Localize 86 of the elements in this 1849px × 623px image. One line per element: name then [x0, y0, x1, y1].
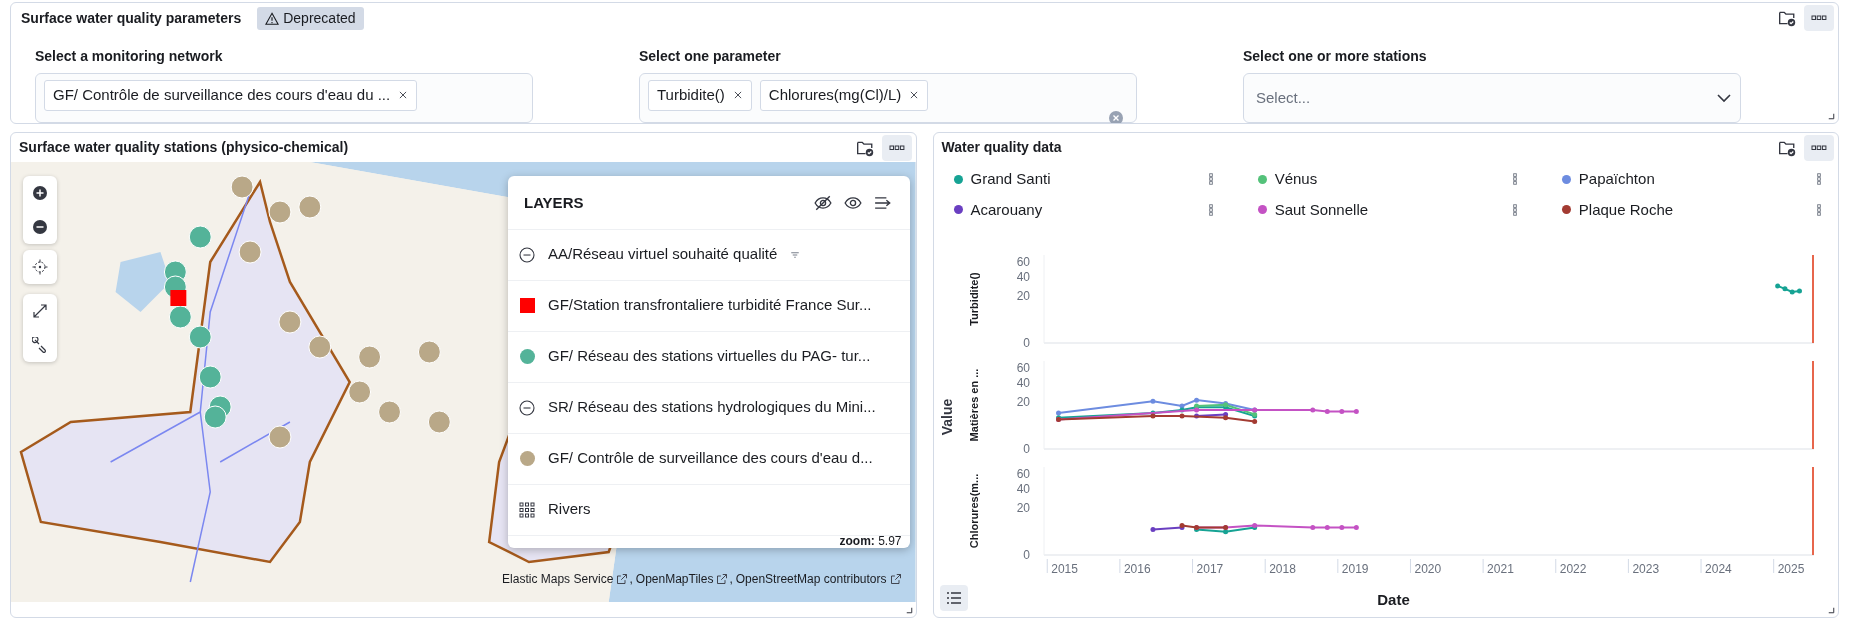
external-link-icon — [716, 573, 729, 585]
minus-circle-icon — [519, 246, 535, 263]
crosshair-icon — [32, 259, 48, 275]
y-tick-label: 20 — [1016, 289, 1030, 304]
select-field[interactable]: Select... — [1243, 73, 1741, 123]
remove-icon[interactable] — [732, 90, 743, 101]
y-tick-label: 20 — [1016, 395, 1030, 410]
panel-options-button[interactable] — [1804, 135, 1834, 161]
field-label: Select a monitoring network — [35, 47, 224, 66]
layer-item[interactable]: AA/Réseau virtuel souhaité qualité — [508, 229, 910, 281]
y-tick-label: 40 — [1016, 270, 1030, 285]
legend-label[interactable]: Vénus — [1274, 168, 1500, 191]
layer-item[interactable]: Rivers — [508, 484, 910, 536]
y-axis-label: Matières en ... — [967, 368, 980, 442]
external-link-icon — [889, 573, 902, 585]
folder-check-icon — [1778, 9, 1796, 27]
y-tick-label: 40 — [1016, 376, 1030, 391]
y-axis-label: Turbidite() — [967, 272, 980, 326]
x-tick-label: 2024 — [1704, 562, 1732, 576]
y-tick-label: 20 — [1016, 501, 1030, 516]
field-label: Select one parameter — [639, 47, 782, 66]
legend-toggle-button[interactable] — [939, 585, 968, 611]
external-link-icon — [616, 573, 629, 585]
y-axis-title: Value — [939, 398, 955, 436]
legend-label[interactable]: Papaïchton — [1578, 168, 1804, 191]
list-icon — [945, 590, 962, 606]
y-axis-label: Chlorures(m... — [967, 473, 980, 549]
remove-icon[interactable] — [909, 90, 920, 101]
wrench-icon — [32, 337, 48, 353]
legend-label[interactable]: Plaque Roche — [1578, 198, 1804, 221]
y-tick-label: 60 — [1016, 255, 1030, 270]
panel-options-button[interactable] — [1804, 5, 1834, 31]
selected-option-tag: Turbidite() — [648, 80, 752, 111]
x-tick-label: 2021 — [1486, 562, 1514, 576]
expand-icon — [32, 303, 48, 319]
y-tick-label: 40 — [1016, 482, 1030, 497]
combo-box-field[interactable]: Turbidite() Chlorures(mg(Cl)/L) — [639, 73, 1137, 123]
plus-icon — [32, 185, 48, 201]
x-tick-label: 2019 — [1341, 562, 1369, 576]
combo-box-field[interactable]: GF/ Contrôle de surveillance des cours d'eau du ... — [35, 73, 533, 123]
legend-label[interactable]: Saut Sonnelle — [1274, 198, 1500, 221]
layers-title: LAYERS — [524, 193, 585, 213]
layer-item[interactable]: GF/ Contrôle de surveillance des cours d'eau d... — [508, 433, 910, 485]
legend-label[interactable]: Grand Santi — [970, 168, 1196, 191]
minus-icon — [32, 219, 48, 235]
warning-icon — [265, 11, 280, 26]
x-tick-label: 2022 — [1559, 562, 1586, 576]
clear-icon[interactable] — [1108, 110, 1124, 123]
y-tick-label: 0 — [1022, 442, 1030, 456]
x-tick-label: 2016 — [1123, 562, 1151, 576]
x-tick-label: 2023 — [1631, 562, 1659, 576]
panel-title: Surface water quality parameters — [21, 9, 242, 28]
layer-item[interactable]: SR/ Réseau des stations hydrologiques du Mini... — [508, 382, 910, 434]
x-tick-label: 2018 — [1268, 562, 1296, 576]
remove-icon[interactable] — [398, 90, 409, 101]
selected-option-tag: Chlorures(mg(Cl)/L) — [759, 80, 929, 111]
eye-slash-icon — [814, 194, 832, 213]
x-tick-label: 2015 — [1050, 562, 1078, 576]
separator-text: , — [629, 571, 633, 588]
y-tick-label: 0 — [1022, 548, 1030, 562]
y-tick-label: 60 — [1016, 361, 1030, 376]
folder-check-icon — [855, 139, 874, 157]
panel-options-button[interactable] — [881, 135, 912, 161]
grid-icon — [519, 501, 535, 518]
y-tick-label: 0 — [1022, 336, 1030, 350]
x-tick-label: 2017 — [1196, 562, 1223, 576]
x-tick-label: 2020 — [1413, 562, 1441, 576]
folder-check-icon — [1778, 139, 1796, 157]
legend-label[interactable]: Acarouany — [970, 198, 1196, 221]
field-label: Select one or more stations — [1243, 47, 1428, 66]
x-tick-label: 2025 — [1777, 562, 1804, 576]
layer-item[interactable]: GF/Station transfrontaliere turbidité France Sur... — [508, 280, 910, 332]
attribution-link[interactable]: OpenStreetMap contributors — [735, 570, 887, 588]
attribution-link[interactable]: OpenMapTiles — [635, 570, 714, 588]
zoom-level-text: zoom: 5.97 — [839, 533, 902, 550]
separator-text: , — [729, 571, 733, 588]
selected-option-tag: GF/ Contrôle de surveillance des cours d'eau du ... — [44, 80, 418, 111]
panel-title: Water quality data — [940, 138, 1063, 157]
panel-title: Surface water quality stations (physico-chemical) — [18, 138, 350, 157]
attribution-link[interactable]: Elastic Maps Service — [502, 570, 614, 588]
series-lines-drawing — [1774, 283, 1802, 295]
x-axis-title: Date — [1377, 590, 1410, 610]
deprecated-badge: Deprecated — [257, 7, 364, 30]
minus-circle-icon — [519, 399, 535, 416]
y-tick-label: 60 — [1016, 467, 1030, 482]
layer-item[interactable]: GF/ Réseau des stations virtuelles du PAG- tur... — [508, 331, 910, 383]
